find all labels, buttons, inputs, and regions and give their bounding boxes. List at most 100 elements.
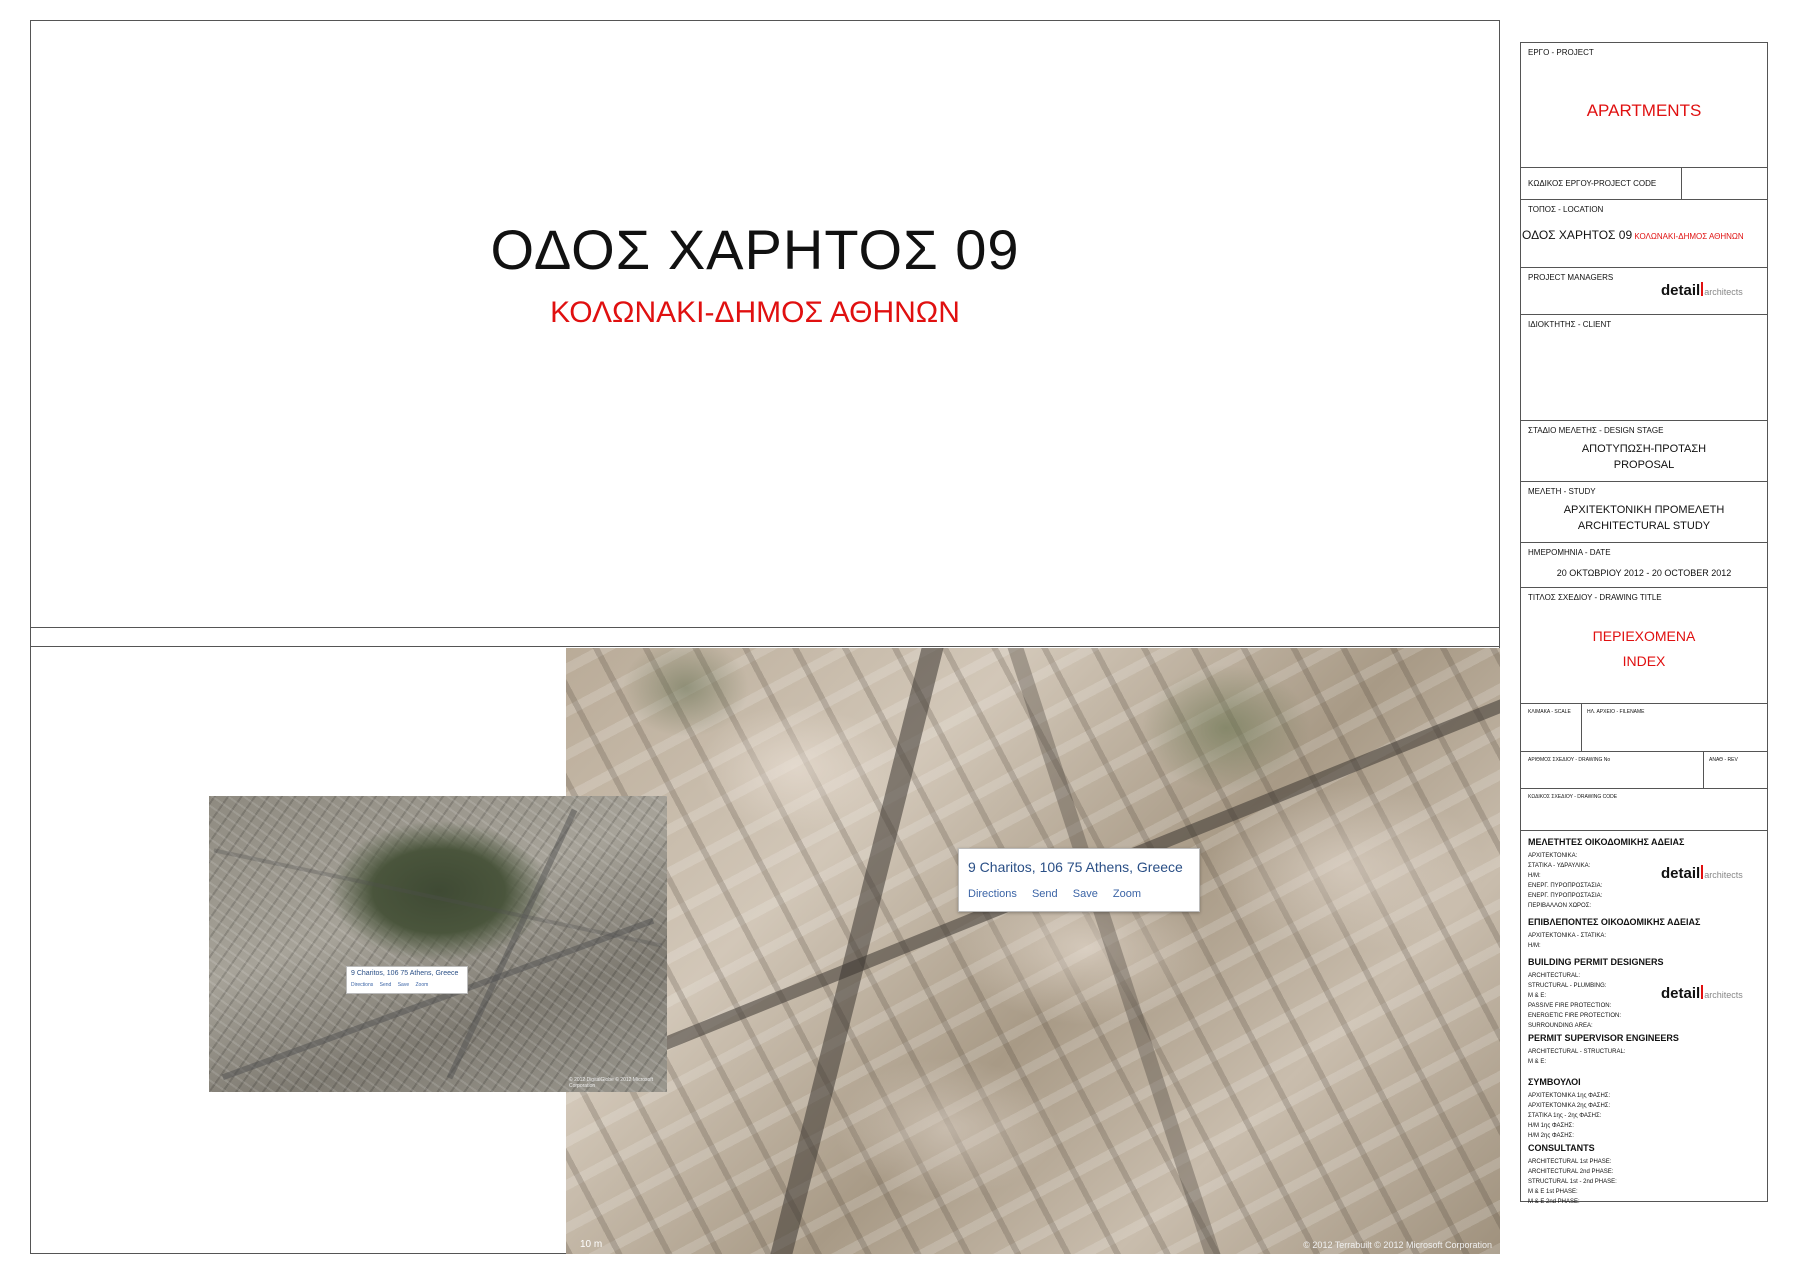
design-stage-en: PROPOSAL [1613, 459, 1675, 471]
permit-gr-item: ΣΤΑΤΙΚΑ - ΥΔΡΑΥΛΙΚΑ: [1528, 863, 1591, 869]
drawing-title-label: ΤΙΤΛΟΣ ΣΧΕΔΙΟΥ - DRAWING TITLE [1528, 593, 1662, 602]
sat-save-link[interactable]: Save [398, 982, 409, 988]
save-link[interactable]: Save [1073, 888, 1098, 900]
permit-gr-heading: ΜΕΛΕΤΗΤΕΣ ΟΙΚΟΔΟΜΙΚΗΣ ΑΔΕΙΑΣ [1528, 837, 1685, 847]
aerial-actions: Directions Send Save Zoom [968, 888, 1153, 900]
logo-main: detail [1661, 985, 1701, 1002]
consult-gr-item: ΑΡΧΙΤΕΚΤΟΝΙΚΑ 1ης ΦΑΣΗΣ: [1528, 1093, 1611, 1099]
drawing-title-en: INDEX [1622, 653, 1666, 669]
sat-send-link[interactable]: Send [380, 982, 392, 988]
consult-gr-list: ΑΡΧΙΤΕΚΤΟΝΙΚΑ 1ης ΦΑΣΗΣ: ΑΡΧΙΤΕΚΤΟΝΙΚΑ 2… [1528, 1091, 1610, 1141]
supervisor-en-list: ARCHITECTURAL - STRUCTURAL: M & E: [1528, 1047, 1625, 1067]
consult-gr-item: Η/Μ 1ης ΦΑΣΗΣ: [1528, 1123, 1574, 1129]
study-gr: ΑΡΧΙΤΕΚΤΟΝΙΚΗ ΠΡΟΜΕΛΕΤΗ [1563, 504, 1725, 516]
satellite-actions: Directions Send Save Zoom [351, 982, 433, 988]
directions-link[interactable]: Directions [968, 888, 1017, 900]
aerial-photo: 9 Charitos, 106 75 Athens, Greece Direct… [566, 648, 1500, 1254]
logo-main: detail [1661, 282, 1701, 299]
study-en: ARCHITECTURAL STUDY [1577, 520, 1711, 532]
permit-en-heading: BUILDING PERMIT DESIGNERS [1528, 957, 1664, 967]
satellite-address-callout: 9 Charitos, 106 75 Athens, Greece Direct… [346, 966, 468, 994]
permit-en-item: PASSIVE FIRE PROTECTION: [1528, 1003, 1612, 1009]
aerial-address-callout: 9 Charitos, 106 75 Athens, Greece Direct… [958, 848, 1200, 912]
project-code-label: ΚΩΔΙΚΟΣ ΕΡΓΟΥ-PROJECT CODE [1528, 179, 1657, 188]
permit-en-item: SURROUNDING AREA: [1528, 1023, 1593, 1029]
supervisor-en-item: ARCHITECTURAL - STRUCTURAL: [1528, 1049, 1626, 1055]
location-row: ΤΟΠΟΣ - LOCATION ΟΔΟΣ ΧΑΡΗΤΟΣ 09 ΚΟΛΩΝΑΚ… [1521, 200, 1767, 268]
project-row: ΕΡΓΟ - PROJECT APARTMENTS [1521, 43, 1767, 168]
consult-en-item: STRUCTURAL 1st - 2nd PHASE: [1528, 1179, 1617, 1185]
supervisor-gr-item: Η/Μ: [1528, 943, 1541, 949]
consult-gr-item: ΣΤΑΤΙΚΑ 1ης - 2ης ΦΑΣΗΣ: [1528, 1113, 1602, 1119]
permit-gr-item: Η/Μ: [1528, 873, 1541, 879]
logo-sub: architects [1704, 287, 1743, 297]
project-value: APARTMENTS [1586, 101, 1702, 120]
drawing-no-label: ΑΡΙΘΜΟΣ ΣΧΕΔΙΟΥ - DRAWING No [1528, 757, 1611, 763]
scale-filename-row: ΚΛΙΜΑΚΑ - SCALE ΗΛ. ΑΡΧΕΙΟ - FILENAME [1521, 704, 1767, 752]
location-street: ΟΔΟΣ ΧΑΡΗΤΟΣ 09 [1522, 228, 1633, 242]
main-subtitle: ΚΟΛΩΝΑΚΙ-ΔΗΜΟΣ ΑΘΗΝΩΝ [550, 296, 960, 329]
managers-label: PROJECT MANAGERS [1528, 273, 1614, 282]
date-row: ΗΜΕΡΟΜΗΝΙΑ - DATE 20 ΟΚΤΩΒΡΙΟΥ 2012 - 20… [1521, 543, 1767, 588]
client-label: ΙΔΙΟΚΤΗΤΗΣ - CLIENT [1528, 320, 1612, 329]
consult-en-item: M & E 2nd PHASE: [1528, 1199, 1580, 1205]
aerial-address: 9 Charitos, 106 75 Athens, Greece [968, 859, 1183, 875]
scale-label: ΚΛΙΜΑΚΑ - SCALE [1528, 709, 1571, 715]
permit-en-item: ARCHITECTURAL: [1528, 973, 1581, 979]
filename-label: ΗΛ. ΑΡΧΕΙΟ - FILENAME [1587, 709, 1645, 715]
drawing-title-row: ΤΙΤΛΟΣ ΣΧΕΔΙΟΥ - DRAWING TITLE ΠΕΡΙΕΧΟΜΕ… [1521, 588, 1767, 704]
supervisor-gr-heading: ΕΠΙΒΛΕΠΟΝΤΕΣ ΟΙΚΟΔΟΜΙΚΗΣ ΑΔΕΙΑΣ [1528, 917, 1701, 927]
logo-sub: architects [1704, 990, 1743, 1000]
client-row: ΙΔΙΟΚΤΗΤΗΣ - CLIENT [1521, 315, 1767, 421]
satellite-copyright: © 2012 DigitalGlobe © 2012 Microsoft Cor… [569, 1077, 654, 1089]
location-label: ΤΟΠΟΣ - LOCATION [1528, 205, 1604, 214]
project-code-row: ΚΩΔΙΚΟΣ ΕΡΓΟΥ-PROJECT CODE [1521, 168, 1767, 200]
divider-band [30, 628, 1500, 647]
supervisor-en-item: M & E: [1528, 1059, 1547, 1065]
satellite-address: 9 Charitos, 106 75 Athens, Greece [351, 970, 459, 977]
permit-en-item: M & E: [1528, 993, 1547, 999]
consult-en-item: M & E 1st PHASE: [1528, 1189, 1578, 1195]
consult-en-heading: CONSULTANTS [1528, 1143, 1595, 1153]
design-stage-gr: ΑΠΟΤΥΠΩΣΗ-ΠΡΟΤΑΣΗ [1581, 443, 1707, 455]
zoom-link[interactable]: Zoom [1113, 888, 1141, 900]
consult-en-list: ARCHITECTURAL 1st PHASE: ARCHITECTURAL 2… [1528, 1157, 1617, 1207]
detail-logo-3: detail architects [1661, 985, 1743, 1002]
send-link[interactable]: Send [1032, 888, 1058, 900]
drawing-no-row: ΑΡΙΘΜΟΣ ΣΧΕΔΙΟΥ - DRAWING No ΑΝΑΘ - REV [1521, 752, 1767, 789]
consult-gr-item: Η/Μ 2ης ΦΑΣΗΣ: [1528, 1133, 1574, 1139]
drawing-title-gr: ΠΕΡΙΕΧΟΜΕΝΑ [1592, 628, 1696, 644]
permit-gr-item: ΠΕΡΙΒΑΛΛΟΝ ΧΩΡΟΣ: [1528, 903, 1592, 909]
managers-row: PROJECT MANAGERS detail architects [1521, 268, 1767, 315]
consult-gr-item: ΑΡΧΙΤΕΚΤΟΝΙΚΑ 2ης ΦΑΣΗΣ: [1528, 1103, 1611, 1109]
location-area: ΚΟΛΩΝΑΚΙ-ΔΗΜΟΣ ΑΘΗΝΩΝ [1634, 232, 1744, 241]
study-row: ΜΕΛΕΤΗ - STUDY ΑΡΧΙΤΕΚΤΟΝΙΚΗ ΠΡΟΜΕΛΕΤΗ A… [1521, 482, 1767, 543]
supervisor-en-heading: PERMIT SUPERVISOR ENGINEERS [1528, 1033, 1679, 1043]
permit-en-list: ARCHITECTURAL: STRUCTURAL - PLUMBING: M … [1528, 971, 1621, 1031]
design-stage-label: ΣΤΑΔΙΟ ΜΕΛΕΤΗΣ - DESIGN STAGE [1528, 426, 1664, 435]
aerial-scale: 10 m [580, 1239, 603, 1250]
detail-logo-2: detail architects [1661, 865, 1743, 882]
logo-sub: architects [1704, 870, 1743, 880]
study-label: ΜΕΛΕΤΗ - STUDY [1528, 487, 1596, 496]
rev-label: ΑΝΑΘ - REV [1709, 757, 1738, 763]
design-stage-row: ΣΤΑΔΙΟ ΜΕΛΕΤΗΣ - DESIGN STAGE ΑΠΟΤΥΠΩΣΗ-… [1521, 421, 1767, 482]
satellite-map: 9 Charitos, 106 75 Athens, Greece Direct… [209, 796, 667, 1092]
permit-gr-item: ΑΡΧΙΤΕΚΤΟΝΙΚΑ: [1528, 853, 1578, 859]
consult-en-item: ARCHITECTURAL 1st PHASE: [1528, 1159, 1612, 1165]
date-value: 20 ΟΚΤΩΒΡΙΟΥ 2012 - 20 OCTOBER 2012 [1556, 568, 1732, 578]
aerial-copyright: © 2012 Terrabuilt © 2012 Microsoft Corpo… [1303, 1240, 1492, 1250]
project-label: ΕΡΓΟ - PROJECT [1528, 48, 1594, 57]
permit-gr-item: ΕΝΕΡΓ. ΠΥΡΟΠΡΟΣΤΑΣΙΑ: [1528, 883, 1603, 889]
drawing-code-label: ΚΩΔΙΚΟΣ ΣΧΕΔΙΟΥ - DRAWING CODE [1528, 794, 1618, 800]
sat-zoom-link[interactable]: Zoom [416, 982, 429, 988]
permit-en-item: STRUCTURAL - PLUMBING: [1528, 983, 1607, 989]
consult-en-item: ARCHITECTURAL 2nd PHASE: [1528, 1169, 1614, 1175]
date-label: ΗΜΕΡΟΜΗΝΙΑ - DATE [1528, 548, 1611, 557]
permit-gr-list: ΑΡΧΙΤΕΚΤΟΝΙΚΑ: ΣΤΑΤΙΚΑ - ΥΔΡΑΥΛΙΚΑ: Η/Μ:… [1528, 851, 1602, 911]
drawing-code-row: ΚΩΔΙΚΟΣ ΣΧΕΔΙΟΥ - DRAWING CODE [1521, 789, 1767, 831]
sat-directions-link[interactable]: Directions [351, 982, 373, 988]
supervisor-gr-list: ΑΡΧΙΤΕΚΤΟΝΙΚΑ - ΣΤΑΤΙΚΑ: Η/Μ: [1528, 931, 1606, 951]
permit-gr-item: ΕΝΕΡΓ. ΠΥΡΟΠΡΟΣΤΑΣΙΑ: [1528, 893, 1603, 899]
supervisor-gr-item: ΑΡΧΙΤΕΚΤΟΝΙΚΑ - ΣΤΑΤΙΚΑ: [1528, 933, 1607, 939]
